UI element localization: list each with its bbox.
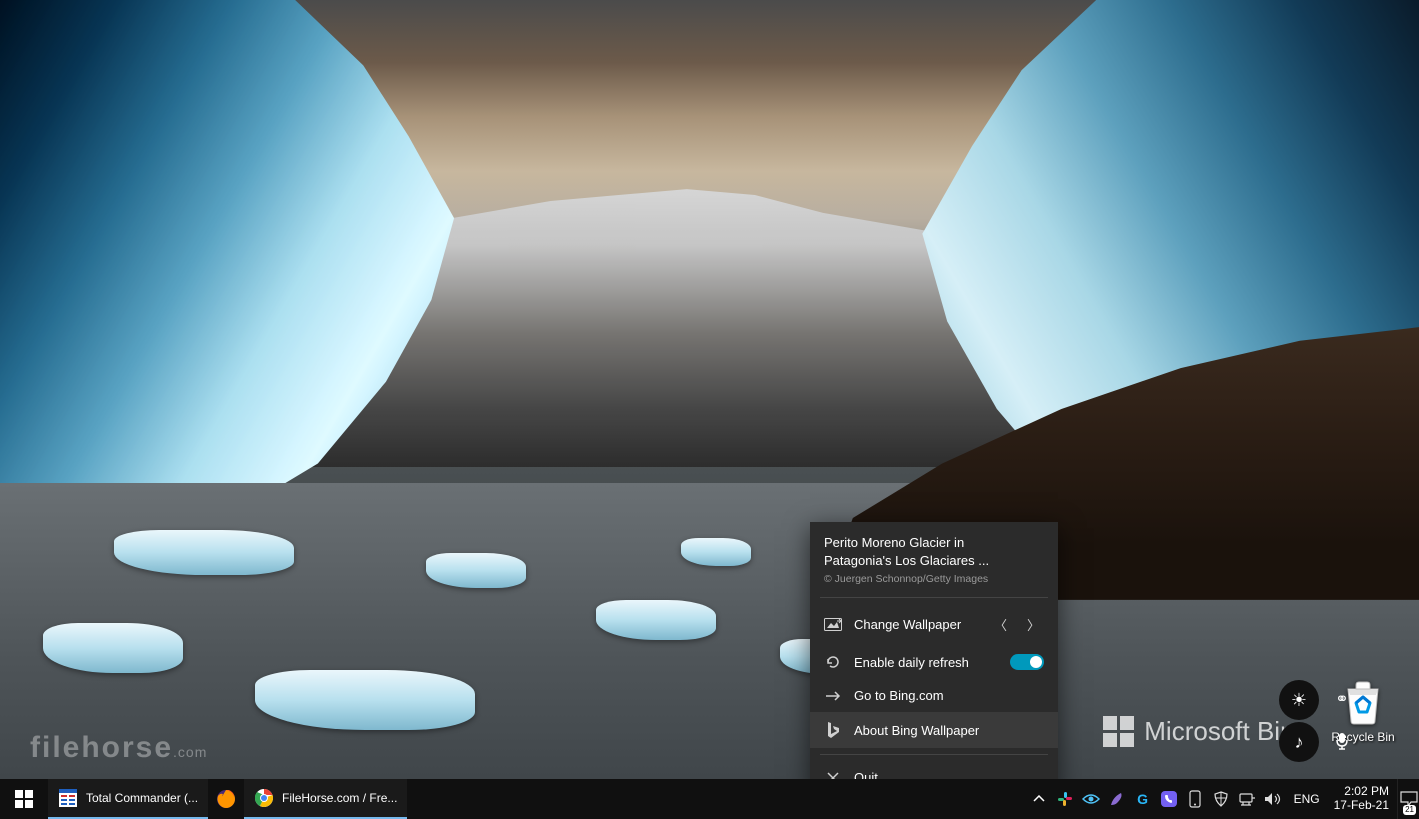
windows-logo-icon bbox=[15, 790, 33, 808]
taskbar: Total Commander (... FileHorse.com / Fre… bbox=[0, 779, 1419, 819]
wallpaper-ice bbox=[681, 538, 751, 566]
tray-network-icon[interactable] bbox=[1238, 790, 1256, 808]
action-center-button[interactable]: 21 bbox=[1397, 779, 1419, 819]
total-commander-icon bbox=[58, 788, 78, 808]
about-bing-wallpaper-item[interactable]: About Bing Wallpaper bbox=[810, 712, 1058, 748]
side-widget-weather[interactable]: ☀ bbox=[1279, 680, 1319, 720]
tray-phone-icon[interactable] bbox=[1186, 790, 1204, 808]
change-wallpaper-item[interactable]: Change Wallpaper 〈 〉 bbox=[810, 604, 1058, 645]
wallpaper-ice bbox=[43, 623, 183, 673]
side-widget-mic-icon[interactable] bbox=[1325, 724, 1359, 758]
tray-defender-icon[interactable] bbox=[1212, 790, 1230, 808]
refresh-icon bbox=[824, 654, 842, 670]
language-indicator[interactable]: ENG bbox=[1288, 792, 1326, 806]
wallpaper-ice bbox=[596, 600, 716, 640]
desktop-wallpaper[interactable]: filehorse.com Recycle Bin Microsoft Bing… bbox=[0, 0, 1419, 779]
clock-date: 17-Feb-21 bbox=[1334, 799, 1389, 813]
popup-title-line2: Patagonia's Los Glaciares ... bbox=[824, 553, 989, 568]
popup-divider bbox=[820, 597, 1048, 598]
firefox-icon bbox=[216, 789, 236, 809]
popup-credit: © Juergen Schonnop/Getty Images bbox=[824, 573, 1044, 585]
windows-logo-icon bbox=[1103, 716, 1134, 747]
clock-time: 2:02 PM bbox=[1334, 785, 1389, 799]
notification-badge: 21 bbox=[1403, 805, 1416, 815]
start-button[interactable] bbox=[0, 779, 48, 819]
enable-daily-refresh-item[interactable]: Enable daily refresh bbox=[810, 645, 1058, 679]
chrome-icon bbox=[254, 788, 274, 808]
go-to-bing-item[interactable]: Go to Bing.com bbox=[810, 679, 1058, 712]
popup-title-line1: Perito Moreno Glacier in bbox=[824, 535, 964, 550]
tray-slack-icon[interactable] bbox=[1056, 790, 1074, 808]
about-bing-wallpaper-label: About Bing Wallpaper bbox=[854, 723, 1044, 738]
popup-divider bbox=[820, 754, 1048, 755]
taskbar-app-label: FileHorse.com / Fre... bbox=[282, 791, 397, 805]
taskbar-app-chrome[interactable]: FileHorse.com / Fre... bbox=[244, 779, 407, 819]
enable-daily-refresh-label: Enable daily refresh bbox=[854, 655, 998, 670]
side-widget-link-icon[interactable]: ⚭ bbox=[1325, 682, 1359, 716]
watermark-text: filehorse bbox=[30, 731, 173, 764]
system-tray: G bbox=[1024, 790, 1288, 808]
daily-refresh-toggle[interactable] bbox=[1010, 654, 1044, 670]
bing-icon bbox=[824, 721, 842, 739]
taskbar-clock[interactable]: 2:02 PM 17-Feb-21 bbox=[1326, 785, 1397, 813]
arrow-right-icon bbox=[824, 690, 842, 702]
wallpaper-ice bbox=[114, 530, 294, 575]
next-wallpaper-button[interactable]: 〉 bbox=[1023, 613, 1044, 636]
change-wallpaper-label: Change Wallpaper bbox=[854, 617, 978, 632]
tray-feather-icon[interactable] bbox=[1108, 790, 1126, 808]
taskbar-app-total-commander[interactable]: Total Commander (... bbox=[48, 779, 208, 819]
popup-header: Perito Moreno Glacier in Patagonia's Los… bbox=[810, 522, 1058, 591]
filehorse-watermark: filehorse.com bbox=[30, 731, 207, 765]
wallpaper-ice bbox=[426, 553, 526, 588]
tray-volume-icon[interactable] bbox=[1264, 790, 1282, 808]
tray-ghub-icon[interactable]: G bbox=[1134, 790, 1152, 808]
popup-title: Perito Moreno Glacier in Patagonia's Los… bbox=[824, 534, 1044, 569]
prev-wallpaper-button[interactable]: 〈 bbox=[990, 613, 1011, 636]
wallpaper-nav-arrows: 〈 〉 bbox=[990, 613, 1044, 636]
side-widget-voice[interactable]: ♪ bbox=[1279, 722, 1319, 762]
bing-wallpaper-popup: Perito Moreno Glacier in Patagonia's Los… bbox=[810, 522, 1058, 794]
tray-viber-icon[interactable] bbox=[1160, 790, 1178, 808]
wallpaper-ice bbox=[255, 670, 475, 730]
taskbar-app-label: Total Commander (... bbox=[86, 791, 198, 805]
taskbar-app-firefox[interactable] bbox=[208, 779, 244, 819]
watermark-suffix: .com bbox=[173, 744, 207, 760]
go-to-bing-label: Go to Bing.com bbox=[854, 688, 1044, 703]
tray-overflow-button[interactable] bbox=[1030, 790, 1048, 808]
change-wallpaper-icon bbox=[824, 618, 842, 632]
tray-eye-icon[interactable] bbox=[1082, 790, 1100, 808]
